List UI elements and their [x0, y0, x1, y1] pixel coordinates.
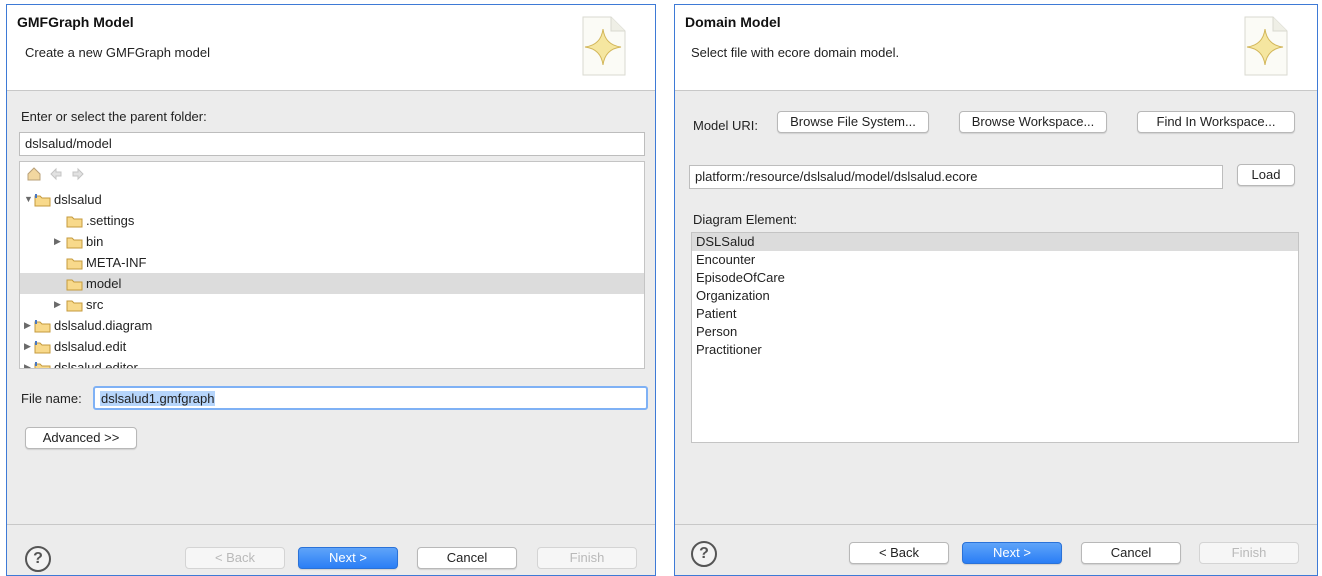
- finish-button[interactable]: Finish: [1199, 542, 1299, 564]
- list-item[interactable]: Encounter: [692, 251, 1298, 269]
- folder-tree[interactable]: ▼ dslsalud .settings ▶ bin META-INF mode…: [19, 161, 645, 369]
- tree-item-dslsalud-editor[interactable]: ▶ dslsalud.editor: [20, 357, 644, 369]
- tree-item-label: dslsalud.diagram: [54, 318, 153, 333]
- file-name-selected-text: dslsalud1.gmfgraph: [100, 391, 216, 406]
- tree-item-label: dslsalud.editor: [54, 360, 138, 369]
- model-uri-label: Model URI:: [693, 118, 759, 133]
- help-icon[interactable]: ?: [691, 541, 717, 567]
- list-item[interactable]: DSLSalud: [692, 233, 1298, 251]
- tree-item-label: dslsalud: [54, 192, 102, 207]
- wizard-message: Select file with ecore domain model.: [691, 45, 900, 60]
- tree-item-label: bin: [86, 234, 104, 249]
- tree-item-dslsalud-edit[interactable]: ▶ dslsalud.edit: [20, 336, 644, 357]
- home-icon[interactable]: [26, 166, 42, 182]
- tree-toolbar: [26, 166, 86, 186]
- tree-item-label: dslsalud.edit: [54, 339, 127, 354]
- next-button[interactable]: Next >: [962, 542, 1062, 564]
- diagram-element-list[interactable]: DSLSalud Encounter EpisodeOfCare Organiz…: [691, 232, 1299, 443]
- tree-item-label: META-INF: [86, 255, 147, 270]
- wizard-message: Create a new GMFGraph model: [25, 45, 210, 60]
- footer-separator: [675, 524, 1317, 525]
- tree-item-label: src: [86, 297, 104, 312]
- back-button[interactable]: < Back: [185, 547, 285, 569]
- expanded-triangle-icon[interactable]: ▼: [24, 189, 34, 210]
- collapsed-triangle-icon[interactable]: ▶: [24, 357, 34, 368]
- domain-model-wizard-dialog: Domain Model Select file with ecore doma…: [674, 4, 1318, 576]
- next-button[interactable]: Next >: [298, 547, 398, 569]
- list-item[interactable]: EpisodeOfCare: [692, 269, 1298, 287]
- tree-item-bin[interactable]: ▶ bin: [20, 231, 644, 252]
- wizard-banner: Domain Model Select file with ecore doma…: [675, 5, 1317, 91]
- load-button[interactable]: Load: [1237, 164, 1295, 186]
- wizard-banner: GMFGraph Model Create a new GMFGraph mod…: [7, 5, 655, 91]
- folder-icon: [66, 300, 83, 312]
- collapsed-triangle-icon[interactable]: ▶: [54, 294, 64, 315]
- tree-item-dslsalud[interactable]: ▼ dslsalud: [20, 189, 644, 210]
- gmfgraph-wizard-dialog: GMFGraph Model Create a new GMFGraph mod…: [6, 4, 656, 576]
- model-uri-input[interactable]: platform:/resource/dslsalud/model/dslsal…: [689, 165, 1223, 189]
- collapsed-triangle-icon[interactable]: ▶: [24, 336, 34, 357]
- folder-icon: [66, 279, 83, 291]
- folder-prompt-label: Enter or select the parent folder:: [21, 109, 207, 124]
- tree-item-label: model: [86, 276, 122, 291]
- file-name-input[interactable]: dslsalud1.gmfgraph: [93, 386, 648, 410]
- list-item[interactable]: Organization: [692, 287, 1298, 305]
- file-name-label: File name:: [21, 391, 82, 406]
- footer-separator: [7, 524, 655, 525]
- find-in-workspace-button[interactable]: Find In Workspace...: [1137, 111, 1295, 133]
- tree-item-model[interactable]: model: [20, 273, 644, 294]
- tree-item-dslsalud-diagram[interactable]: ▶ dslsalud.diagram: [20, 315, 644, 336]
- finish-button[interactable]: Finish: [537, 547, 637, 569]
- tree-item-src[interactable]: ▶ src: [20, 294, 644, 315]
- forward-arrow-icon[interactable]: [70, 166, 86, 182]
- wizard-sparkle-icon: [582, 16, 626, 76]
- project-folder-icon: [34, 341, 51, 354]
- wizard-title: Domain Model: [685, 14, 781, 30]
- diagram-element-label: Diagram Element:: [693, 212, 798, 227]
- list-item[interactable]: Person: [692, 323, 1298, 341]
- project-folder-icon: [34, 362, 51, 368]
- list-item[interactable]: Patient: [692, 305, 1298, 323]
- folder-icon: [66, 237, 83, 249]
- project-folder-icon: [34, 194, 51, 207]
- tree-item-label: .settings: [86, 213, 135, 228]
- wizard-sparkle-icon: [1244, 16, 1288, 76]
- help-icon[interactable]: ?: [25, 546, 51, 572]
- back-button[interactable]: < Back: [849, 542, 949, 564]
- parent-folder-input[interactable]: dslsalud/model: [19, 132, 645, 156]
- advanced-button[interactable]: Advanced >>: [25, 427, 137, 449]
- wizard-title: GMFGraph Model: [17, 14, 134, 30]
- tree-item-meta-inf[interactable]: META-INF: [20, 252, 644, 273]
- browse-file-system-button[interactable]: Browse File System...: [777, 111, 929, 133]
- collapsed-triangle-icon[interactable]: ▶: [24, 315, 34, 336]
- browse-workspace-button[interactable]: Browse Workspace...: [959, 111, 1107, 133]
- list-item[interactable]: Practitioner: [692, 341, 1298, 359]
- cancel-button[interactable]: Cancel: [1081, 542, 1181, 564]
- folder-icon: [66, 216, 83, 228]
- folder-icon: [66, 258, 83, 270]
- cancel-button[interactable]: Cancel: [417, 547, 517, 569]
- project-folder-icon: [34, 320, 51, 333]
- tree-item-settings[interactable]: .settings: [20, 210, 644, 231]
- collapsed-triangle-icon[interactable]: ▶: [54, 231, 64, 252]
- back-arrow-icon[interactable]: [48, 166, 64, 182]
